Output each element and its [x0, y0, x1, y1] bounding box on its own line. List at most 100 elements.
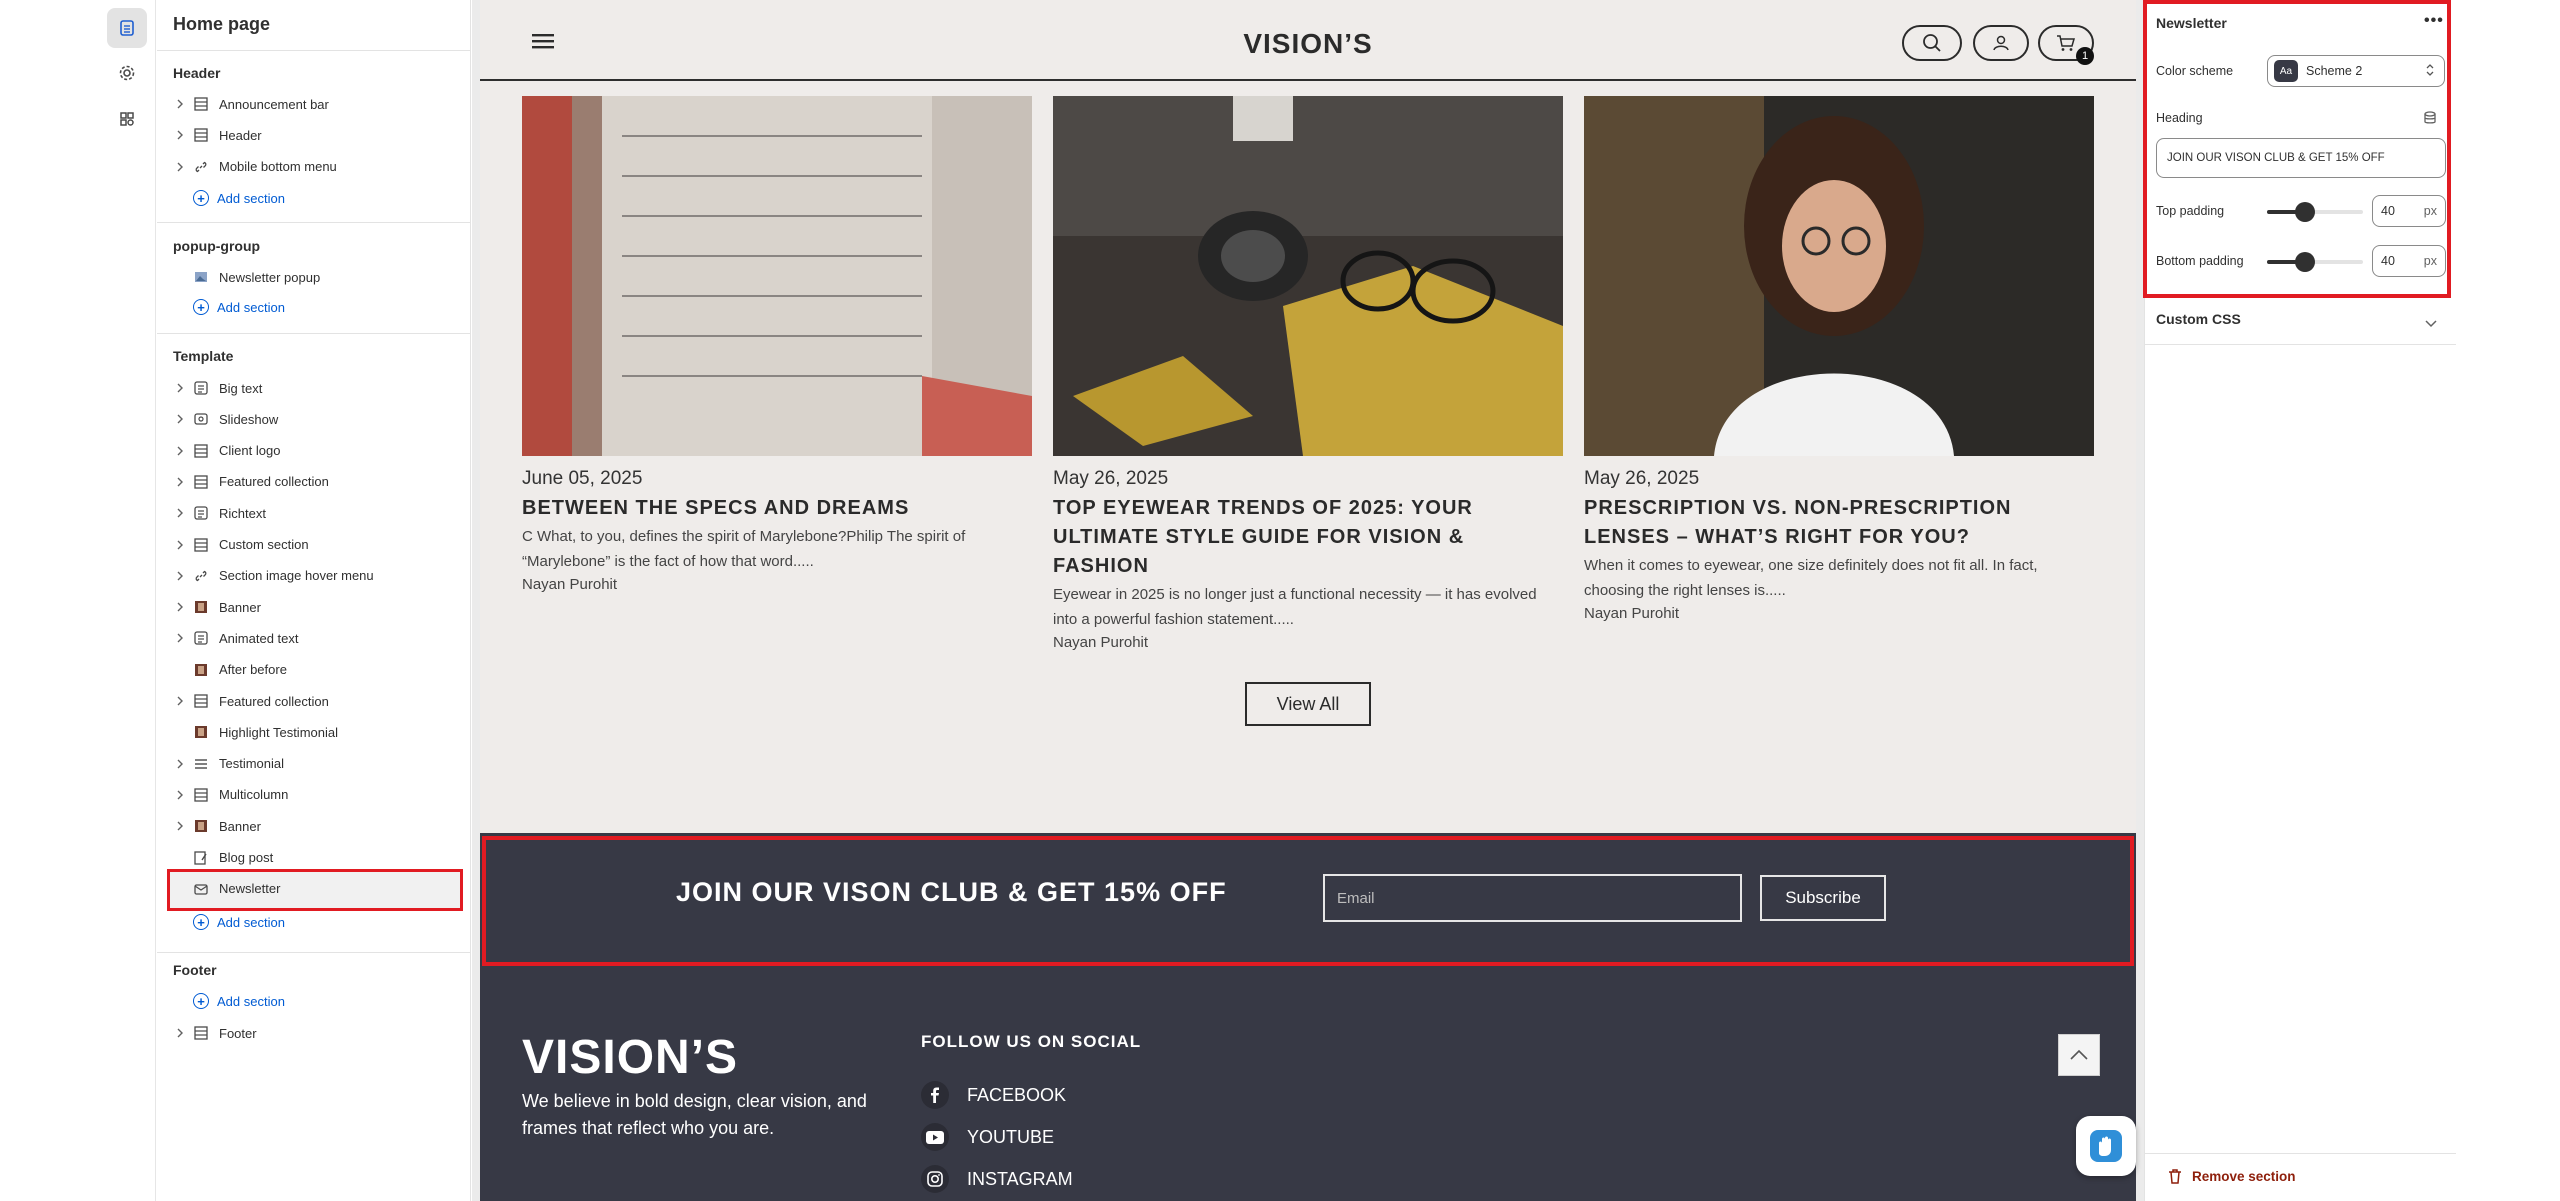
chevron-right-icon[interactable]: [173, 1028, 187, 1038]
blog-image-watch-glasses[interactable]: [1053, 96, 1563, 456]
add-section-template[interactable]: + Add section: [193, 914, 285, 930]
section-item-header[interactable]: Header: [173, 121, 453, 149]
section-item-mobile-bottom-menu[interactable]: Mobile bottom menu: [173, 153, 453, 181]
section-item-featured-collection[interactable]: Featured collection: [173, 468, 453, 496]
section-item-label: Section image hover menu: [219, 568, 374, 584]
section-item-big-text[interactable]: Big text: [173, 374, 453, 402]
site-logo[interactable]: VISION’S: [480, 28, 2136, 60]
section-item-label: Multicolumn: [219, 787, 289, 803]
dynamic-source-icon[interactable]: [2422, 110, 2438, 131]
chevron-right-icon[interactable]: [173, 540, 187, 550]
chat-widget-button[interactable]: [2076, 1116, 2136, 1176]
photo-icon: [193, 599, 209, 615]
section-item-blog-post[interactable]: Blog post: [173, 844, 453, 872]
chevron-right-icon[interactable]: [173, 790, 187, 800]
section-item-footer[interactable]: Footer: [173, 1019, 453, 1047]
divider: [157, 222, 471, 223]
chevron-right-icon[interactable]: [173, 696, 187, 706]
section-item-client-logo[interactable]: Client logo: [173, 437, 453, 465]
text-icon: [193, 380, 209, 396]
chevron-right-icon[interactable]: [173, 571, 187, 581]
section-item-slideshow[interactable]: Slideshow: [173, 405, 453, 433]
newsletter-email-input[interactable]: Email: [1323, 874, 1742, 922]
add-section-footer[interactable]: + Add section: [193, 993, 285, 1009]
social-link-facebook[interactable]: FACEBOOK: [921, 1081, 1066, 1109]
blog-title[interactable]: TOP EYEWEAR TRENDS OF 2025: YOUR ULTIMAT…: [1053, 494, 1563, 581]
section-item-highlight-testimonial[interactable]: Highlight Testimonial: [173, 718, 453, 746]
chevron-right-icon[interactable]: [173, 162, 187, 172]
blog-image-woman-glasses[interactable]: [1584, 96, 2094, 456]
chevron-right-icon[interactable]: [173, 821, 187, 831]
section-item-featured-collection[interactable]: Featured collection: [173, 687, 453, 715]
blog-excerpt: C What, to you, defines the spirit of Ma…: [522, 528, 966, 570]
chevron-right-icon[interactable]: [173, 633, 187, 643]
top-padding-slider[interactable]: [2267, 202, 2363, 222]
bottom-padding-slider[interactable]: [2267, 252, 2363, 272]
section-item-label: Header: [219, 127, 262, 143]
subscribe-button[interactable]: Subscribe: [1760, 875, 1886, 921]
section-item-testimonial[interactable]: Testimonial: [173, 750, 453, 778]
blog-image-store-interior[interactable]: [522, 96, 1032, 456]
view-all-button[interactable]: View All: [1245, 682, 1371, 726]
blog-excerpt: Eyewear in 2025 is no longer just a func…: [1053, 586, 1537, 628]
sections-icon[interactable]: [107, 8, 147, 48]
chevron-right-icon[interactable]: [173, 508, 187, 518]
unit-label: px: [2423, 204, 2437, 218]
chevron-right-icon[interactable]: [173, 99, 187, 109]
chevron-right-icon[interactable]: [173, 414, 187, 424]
section-item-label: Newsletter: [219, 881, 281, 897]
section-item-banner[interactable]: Banner: [173, 812, 453, 840]
plus-circle-icon: +: [193, 190, 209, 206]
chevron-right-icon[interactable]: [173, 602, 187, 612]
section-item-announcement-bar[interactable]: Announcement bar: [173, 90, 453, 118]
section-item-banner[interactable]: Banner: [173, 593, 453, 621]
bottom-padding-input[interactable]: 40 px: [2372, 245, 2446, 277]
account-button[interactable]: [1973, 25, 2029, 61]
blog-title[interactable]: BETWEEN THE SPECS AND DREAMS: [522, 494, 1032, 523]
section-item-label: Highlight Testimonial: [219, 724, 338, 740]
top-padding-value: 40: [2381, 204, 2395, 218]
chevron-right-icon[interactable]: [173, 759, 187, 769]
more-options-icon[interactable]: •••: [2424, 12, 2444, 30]
section-item-label: Richtext: [219, 505, 266, 521]
chevron-right-icon[interactable]: [173, 477, 187, 487]
color-scheme-label: Color scheme: [2156, 64, 2234, 78]
sections-sidebar: Home page Header Announcement bar Header M…: [157, 0, 471, 1201]
heading-input[interactable]: JOIN OUR VISON CLUB & GET 15% OFF: [2156, 138, 2446, 178]
chevron-right-icon[interactable]: [173, 446, 187, 456]
section-item-after-before[interactable]: After before: [173, 656, 453, 684]
add-section-label: Add section: [217, 299, 285, 315]
divider: [2144, 344, 2456, 345]
chevron-down-icon[interactable]: [2424, 316, 2438, 334]
trash-icon: [2168, 1168, 2182, 1184]
social-link-instagram[interactable]: INSTAGRAM: [921, 1165, 1073, 1193]
section-item-newsletter[interactable]: Newsletter: [173, 875, 453, 903]
scroll-to-top-button[interactable]: [2058, 1034, 2100, 1076]
blog-title[interactable]: PRESCRIPTION VS. NON-PRESCRIPTION LENSES…: [1584, 494, 2094, 552]
top-padding-input[interactable]: 40 px: [2372, 195, 2446, 227]
apps-icon[interactable]: [107, 99, 147, 139]
photo-icon: [193, 724, 209, 740]
section-item-section-image-hover-menu[interactable]: Section image hover menu: [173, 562, 453, 590]
color-scheme-select[interactable]: Aa Scheme 2: [2267, 55, 2445, 87]
custom-css-toggle[interactable]: Custom CSS: [2156, 311, 2241, 327]
add-section-header[interactable]: + Add section: [193, 190, 285, 206]
list-icon: [193, 756, 209, 772]
user-icon: [1993, 35, 2009, 51]
search-button[interactable]: [1902, 25, 1962, 61]
cart-button[interactable]: 1: [2038, 25, 2094, 65]
footer-logo[interactable]: VISION’S: [522, 1030, 738, 1085]
add-section-popup[interactable]: + Add section: [193, 299, 285, 315]
section-item-custom-section[interactable]: Custom section: [173, 531, 453, 559]
section-item-animated-text[interactable]: Animated text: [173, 624, 453, 652]
layout-icon: [193, 474, 209, 490]
section-item-newsletter-popup[interactable]: Newsletter popup: [173, 263, 453, 291]
social-link-youtube[interactable]: YOUTUBE: [921, 1123, 1054, 1151]
section-item-multicolumn[interactable]: Multicolumn: [173, 781, 453, 809]
divider: [157, 333, 471, 334]
chevron-right-icon[interactable]: [173, 383, 187, 393]
remove-section-button[interactable]: Remove section: [2168, 1168, 2296, 1184]
settings-icon[interactable]: [107, 53, 147, 93]
section-item-richtext[interactable]: Richtext: [173, 499, 453, 527]
chevron-right-icon[interactable]: [173, 130, 187, 140]
